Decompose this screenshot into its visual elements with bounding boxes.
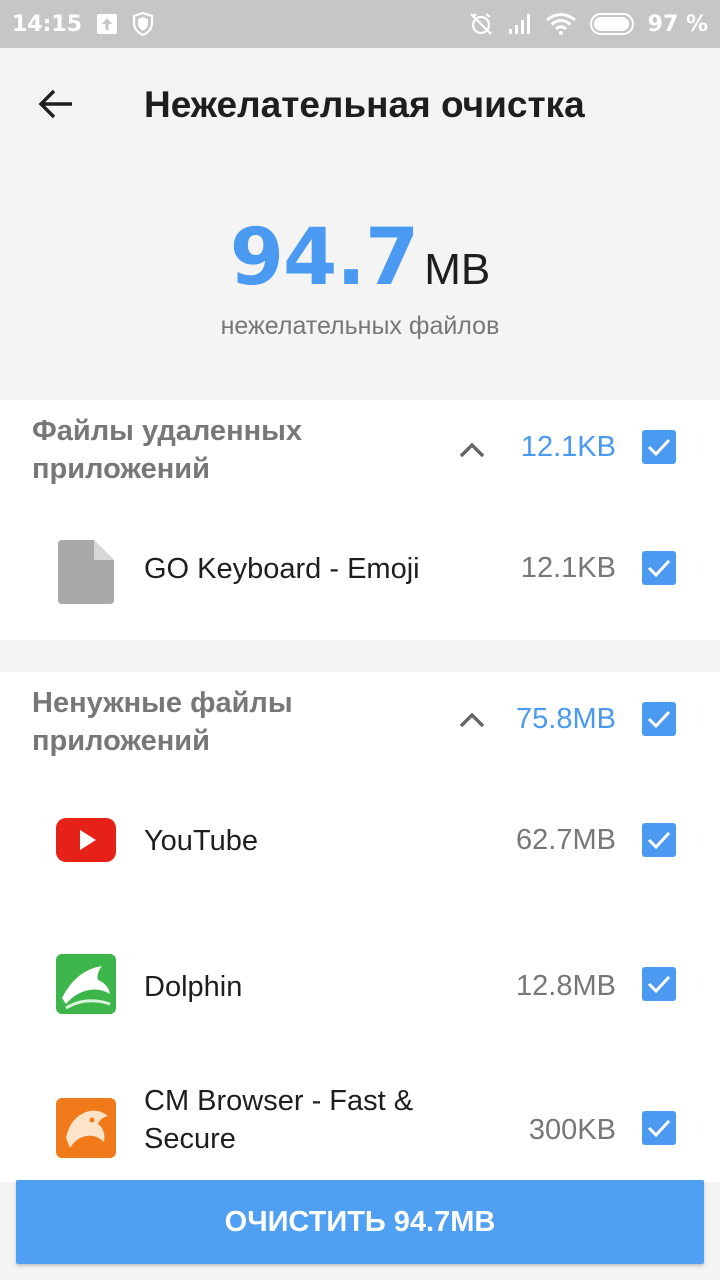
section-header[interactable]: Ненужные файлы приложений 75.8MB <box>0 672 720 772</box>
section-title: Файлы удаленных приложений <box>32 415 302 485</box>
junk-total-label: нежелательных файлов <box>220 312 500 340</box>
dolphin-icon <box>56 954 116 1014</box>
item-checkbox[interactable] <box>642 1111 676 1145</box>
upload-notification-icon <box>96 13 118 35</box>
back-button[interactable] <box>28 76 84 132</box>
junk-total-unit: MB <box>424 245 491 294</box>
junk-total-value: 94.7 <box>229 213 419 303</box>
app-name: Dolphin <box>144 971 243 1003</box>
list-item[interactable]: GO Keyboard - Emoji 12.1KB <box>0 520 720 620</box>
checkmark-icon <box>647 1119 671 1138</box>
header: Нежелательная очистка 94.7 MB нежелательн… <box>0 48 720 400</box>
section-size: 75.8MB <box>516 703 616 735</box>
app-name: CM Browser - Fast & Secure <box>144 1085 414 1155</box>
checkmark-icon <box>647 710 671 729</box>
app-size: 62.7MB <box>516 824 616 856</box>
checkmark-icon <box>647 975 671 994</box>
section-checkbox[interactable] <box>642 430 676 464</box>
checkmark-icon <box>647 438 671 457</box>
junk-total: 94.7 MB <box>0 213 720 303</box>
checkmark-icon <box>647 559 671 578</box>
section-checkbox[interactable] <box>642 702 676 736</box>
item-checkbox[interactable] <box>642 823 676 857</box>
section-uninstalled-residuals: Файлы удаленных приложений 12.1KB GO Key… <box>0 400 720 640</box>
back-arrow-icon <box>38 89 72 119</box>
list-item[interactable]: Dolphin 12.8MB <box>0 938 720 1038</box>
youtube-icon <box>56 818 116 878</box>
status-bar-right: 97 % <box>468 11 708 37</box>
checkmark-icon <box>647 831 671 850</box>
section-size: 12.1KB <box>520 431 616 463</box>
clean-button[interactable]: ОЧИСТИТЬ 94.7MB <box>16 1180 704 1264</box>
app-name: YouTube <box>144 825 258 857</box>
battery-level <box>593 17 629 31</box>
section-header[interactable]: Файлы удаленных приложений 12.1KB <box>0 400 720 500</box>
item-checkbox[interactable] <box>642 967 676 1001</box>
cm-browser-icon <box>56 1098 116 1158</box>
status-time: 14:15 <box>12 11 83 37</box>
battery-percentage: 97 % <box>647 11 708 37</box>
shield-icon <box>132 12 154 36</box>
chevron-up-icon[interactable] <box>454 432 490 468</box>
app-size: 12.8MB <box>516 970 616 1002</box>
app-size: 300KB <box>528 1114 616 1146</box>
file-icon <box>58 540 114 604</box>
app-name: GO Keyboard - Emoji <box>144 553 420 585</box>
item-checkbox[interactable] <box>642 551 676 585</box>
section-title: Ненужные файлы приложений <box>32 687 293 757</box>
section-app-junk: Ненужные файлы приложений 75.8MB YouTube… <box>0 672 720 1182</box>
status-bar-left: 14:15 <box>12 12 154 37</box>
signal-icon <box>508 13 532 35</box>
status-bar: 14:15 97 % <box>0 0 720 48</box>
alarm-off-icon <box>468 11 494 37</box>
app-size: 12.1KB <box>520 552 616 584</box>
chevron-up-icon[interactable] <box>454 702 490 738</box>
battery-icon <box>589 13 634 35</box>
page-title: Нежелательная очистка <box>144 84 585 125</box>
list-item[interactable]: CM Browser - Fast & Secure 300KB <box>0 1082 720 1182</box>
wifi-icon <box>545 13 576 35</box>
list-item[interactable]: YouTube 62.7MB <box>0 792 720 892</box>
